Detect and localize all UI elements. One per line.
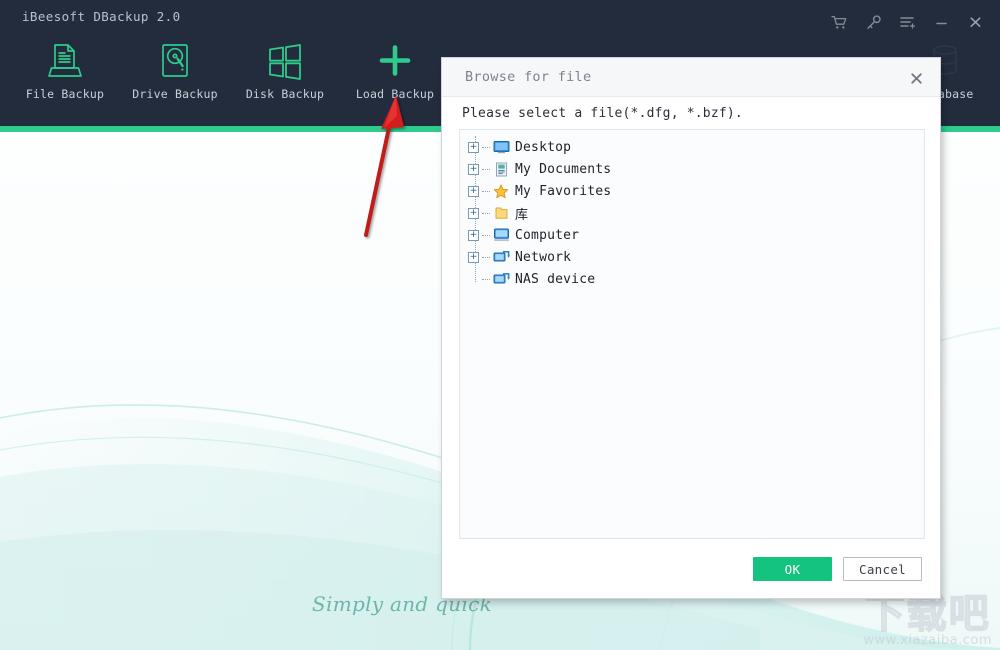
dialog-prompt: Please select a file(*.dfg, *.bzf). — [462, 106, 743, 121]
tree-item-libraries[interactable]: + 库 — [464, 202, 924, 224]
tree-connector — [482, 191, 490, 192]
application-window: iBeesoft DBackup 2.0 — [0, 0, 1000, 650]
load-backup-icon — [374, 38, 416, 84]
minimize-icon[interactable] — [924, 8, 958, 36]
menu-icon[interactable] — [890, 8, 924, 36]
close-icon[interactable] — [958, 8, 992, 36]
nas-device-icon — [492, 271, 510, 287]
cancel-button[interactable]: Cancel — [843, 557, 922, 581]
tree-item-label: Desktop — [515, 140, 571, 155]
tree-connector — [482, 213, 490, 214]
desktop-icon — [492, 139, 510, 155]
tree-item-label: Computer — [515, 228, 579, 243]
dialog-title: Browse for file — [465, 69, 591, 85]
tree-connector — [482, 235, 490, 236]
browse-for-file-dialog: Browse for file Please select a file(*.d… — [441, 57, 941, 599]
cart-icon[interactable] — [822, 8, 856, 36]
toolbar-item-system-backup[interactable]: Disk Backup — [230, 38, 340, 112]
watermark-url: www.xiazaiba.com — [863, 633, 992, 648]
tree-connector — [482, 169, 490, 170]
tree-connector — [482, 147, 490, 148]
tree-item-desktop[interactable]: + Desktop — [464, 136, 924, 158]
documents-icon — [492, 161, 510, 177]
expander-icon[interactable]: + — [468, 164, 479, 175]
system-backup-icon — [264, 38, 306, 84]
tree-item-computer[interactable]: + Computer — [464, 224, 924, 246]
tree-item-my-favorites[interactable]: + My Favorites — [464, 180, 924, 202]
tree-connector — [482, 257, 490, 258]
computer-icon — [492, 227, 510, 243]
tree-connector — [482, 279, 490, 280]
dialog-close-icon[interactable] — [904, 66, 928, 90]
file-backup-icon — [44, 38, 86, 84]
watermark-text: 下载吧 — [863, 593, 992, 635]
window-controls — [822, 8, 992, 36]
tree-item-label: My Favorites — [515, 184, 611, 199]
expander-icon[interactable]: + — [468, 252, 479, 263]
key-icon[interactable] — [856, 8, 890, 36]
toolbar-label: Drive Backup — [132, 87, 217, 101]
tree-item-label: My Documents — [515, 162, 611, 177]
expander-icon[interactable]: + — [468, 186, 479, 197]
app-title: iBeesoft DBackup 2.0 — [22, 9, 181, 24]
toolbar-label: Disk Backup — [246, 87, 324, 101]
toolbar-item-file-backup[interactable]: File Backup — [10, 38, 120, 112]
folder-icon — [492, 205, 510, 221]
tree-item-network[interactable]: + Network — [464, 246, 924, 268]
ok-button[interactable]: OK — [753, 557, 832, 581]
tree-item-label: 库 — [515, 204, 528, 223]
toolbar-item-load-backup[interactable]: Load Backup — [340, 38, 450, 112]
watermark: 下载吧 www.xiazaiba.com — [863, 593, 992, 648]
tree-item-my-documents[interactable]: + My Documents — [464, 158, 924, 180]
toolbar-label: Load Backup — [356, 87, 434, 101]
dialog-buttons: OK Cancel — [753, 557, 922, 581]
expander-icon[interactable]: + — [468, 208, 479, 219]
tree-item-nas-device[interactable]: + NAS device — [464, 268, 924, 290]
favorites-icon — [492, 183, 510, 199]
toolbar-label: File Backup — [26, 87, 104, 101]
tree-item-label: Network — [515, 250, 571, 265]
network-icon — [492, 249, 510, 265]
drive-backup-icon — [154, 38, 196, 84]
file-tree-panel[interactable]: + Desktop + — [459, 129, 925, 539]
dialog-title-bar: Browse for file — [442, 58, 940, 97]
toolbar-item-drive-backup[interactable]: Drive Backup — [120, 38, 230, 112]
tree-item-label: NAS device — [515, 272, 595, 287]
file-tree: + Desktop + — [460, 130, 924, 290]
expander-icon[interactable]: + — [468, 230, 479, 241]
expander-icon[interactable]: + — [468, 142, 479, 153]
